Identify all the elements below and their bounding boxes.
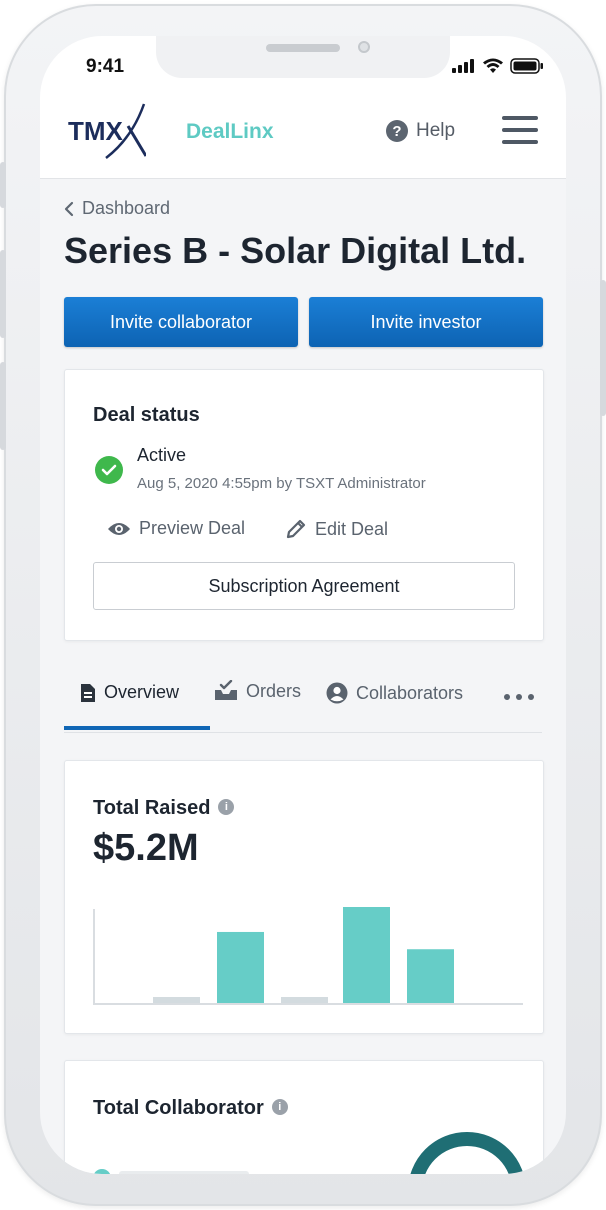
chevron-left-icon — [64, 201, 74, 216]
check-circle-icon — [95, 456, 123, 484]
total-collaborator-title-row: Total Collaborator i — [93, 1097, 288, 1120]
chart-bar — [153, 997, 200, 1003]
pencil-icon — [286, 519, 306, 539]
status-time: 9:41 — [86, 56, 125, 77]
help-icon: ? — [386, 120, 408, 142]
phone-notch — [156, 36, 450, 78]
invite-collaborator-button[interactable]: Invite collaborator — [64, 297, 298, 347]
phone-volume-up-button — [0, 250, 6, 338]
user-circle-icon — [326, 682, 348, 704]
invite-investor-label: Invite investor — [370, 311, 482, 332]
total-raised-value: $5.2M — [93, 827, 199, 869]
inbox-check-icon — [215, 680, 237, 700]
invite-investor-button[interactable]: Invite investor — [309, 297, 543, 347]
more-tabs-icon[interactable] — [504, 694, 534, 700]
legend-text-placeholder — [119, 1171, 249, 1174]
help-label: Help — [416, 120, 456, 141]
breadcrumb-label: Dashboard — [82, 198, 171, 218]
preview-deal-label: Preview Deal — [139, 518, 246, 538]
deal-status-meta: Aug 5, 2020 4:55pm by TSXT Administrator — [137, 475, 426, 492]
info-icon[interactable]: i — [218, 798, 235, 815]
front-camera — [358, 41, 370, 53]
deal-status-card: Deal status Active Aug 5, 2020 4:55pm by… — [64, 369, 544, 641]
edit-deal-link[interactable]: Edit Deal — [285, 518, 388, 540]
wifi-icon — [483, 58, 503, 73]
subscription-agreement-button[interactable]: Subscription Agreement — [93, 562, 515, 610]
phone-power-button — [600, 280, 606, 416]
total-raised-title-row: Total Raised i — [93, 797, 235, 820]
tab-collaborators-label: Collaborators — [356, 682, 464, 703]
tab-orders[interactable]: Orders — [214, 680, 301, 702]
breadcrumb[interactable]: Dashboard — [64, 198, 170, 219]
signal-icon — [452, 59, 474, 73]
preview-deal-link[interactable]: Preview Deal — [107, 518, 245, 539]
deal-tabs: Overview Orders Collaborators — [64, 666, 542, 733]
chart-bar — [343, 907, 390, 1003]
app-name: DealLinx — [186, 120, 274, 143]
help-link[interactable]: ? Help — [386, 120, 455, 142]
tab-orders-label: Orders — [246, 680, 302, 701]
invite-collaborator-label: Invite collaborator — [109, 311, 253, 332]
tab-overview-label: Overview — [104, 682, 180, 702]
chart-bar — [281, 997, 328, 1003]
hamburger-menu-icon[interactable] — [502, 116, 538, 144]
status-icons — [452, 58, 544, 74]
deal-status-value: Active — [137, 445, 187, 465]
total-collaborator-title: Total Collaborator — [93, 1097, 264, 1119]
tmx-logo[interactable]: TMX — [66, 98, 146, 164]
phone-volume-down-button — [0, 362, 6, 450]
edit-deal-label: Edit Deal — [315, 518, 389, 539]
page-title: Series B - Solar Digital Ltd. — [64, 230, 527, 271]
total-raised-card: Total Raised i $5.2M — [64, 760, 544, 1034]
phone-screen: 9:41 TMX DealLinx ? Help Dashboard Serie… — [40, 36, 566, 1174]
document-icon — [81, 683, 95, 702]
tab-overview[interactable]: Overview — [80, 682, 179, 703]
svg-text:TMX: TMX — [68, 116, 124, 146]
info-icon[interactable]: i — [271, 1098, 288, 1115]
speaker-grille — [266, 44, 340, 52]
phone-side-button — [0, 162, 6, 208]
tab-active-indicator — [64, 726, 210, 730]
tab-collaborators[interactable]: Collaborators — [326, 682, 463, 704]
subscription-agreement-label: Subscription Agreement — [208, 575, 400, 596]
deal-status-title: Deal status — [93, 404, 200, 426]
total-raised-chart — [93, 907, 523, 1005]
collaborator-donut-chart: 7 — [410, 1132, 524, 1174]
total-collaborator-card: Total Collaborator i 7 — [64, 1060, 544, 1174]
battery-icon — [510, 58, 543, 74]
chart-bar — [407, 949, 454, 1003]
app-header: TMX DealLinx ? Help — [40, 92, 566, 179]
eye-icon — [108, 522, 130, 535]
chart-bar — [217, 931, 264, 1003]
legend-dot — [93, 1169, 111, 1174]
total-raised-title: Total Raised — [93, 797, 211, 819]
